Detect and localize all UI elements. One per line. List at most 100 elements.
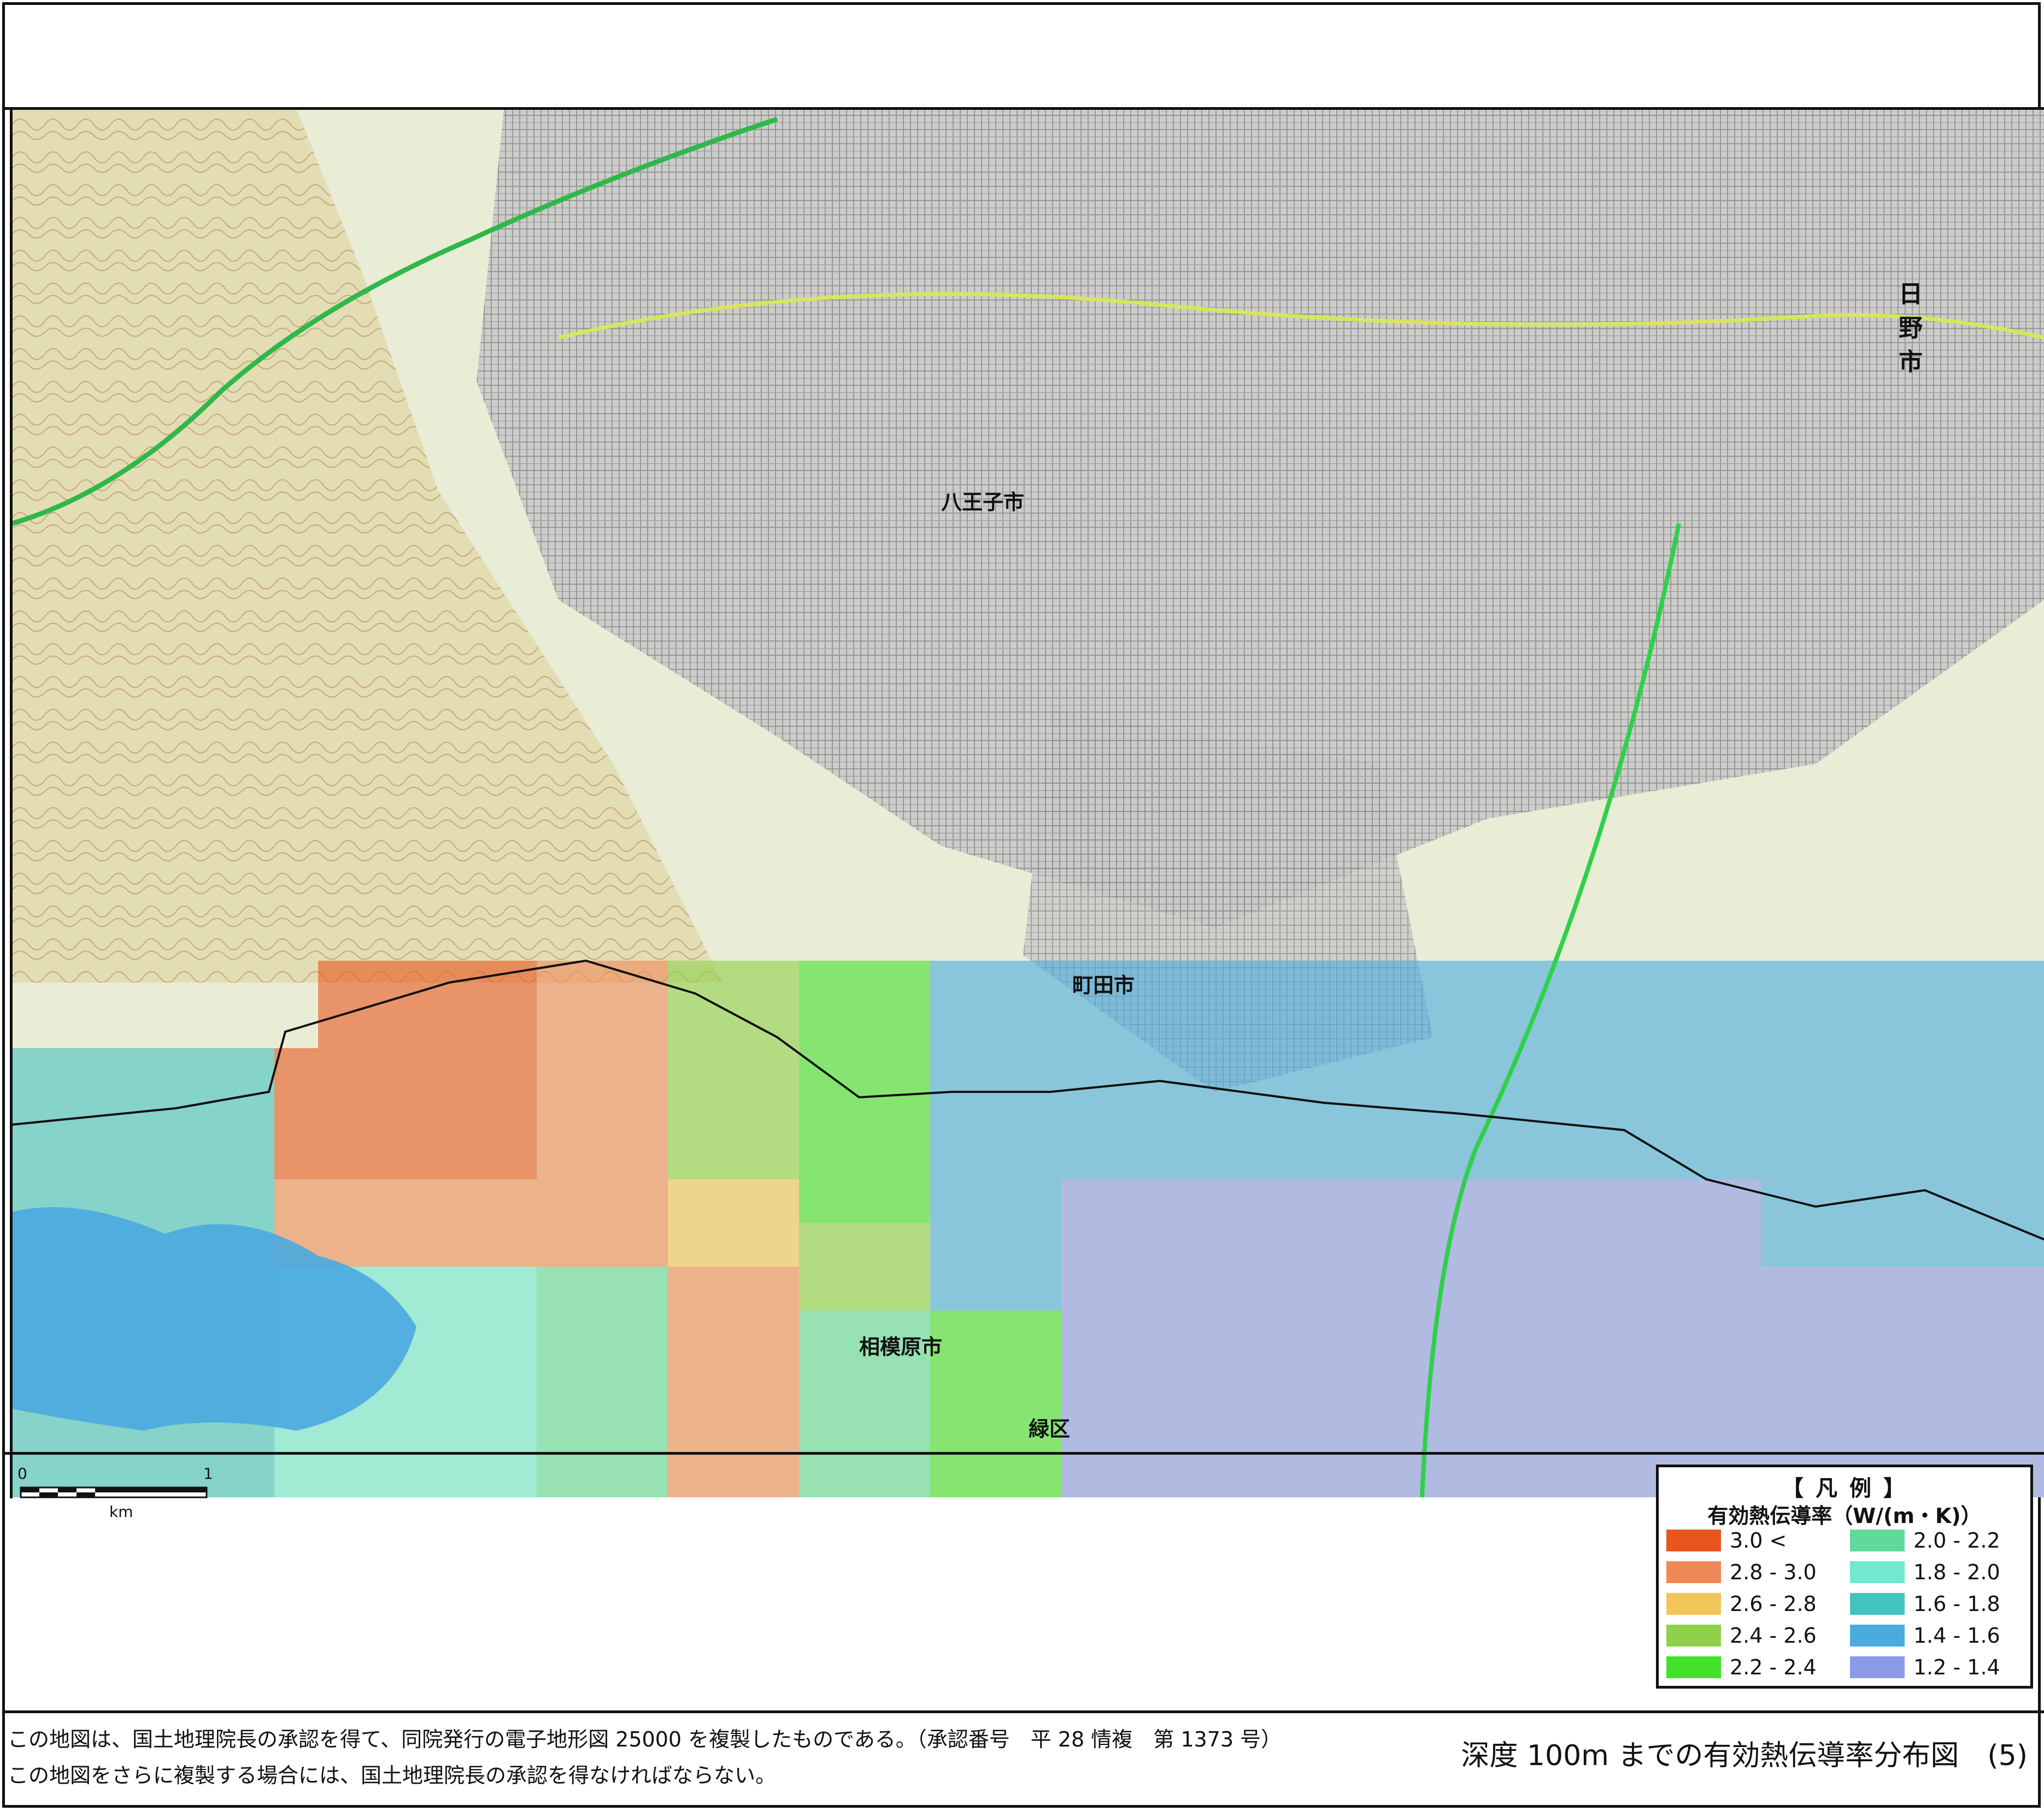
grid-cell	[1542, 1354, 1586, 1398]
grid-cell	[1586, 1310, 1630, 1354]
grid-cell	[274, 1048, 318, 1092]
grid-cell	[274, 1442, 318, 1485]
grid-cell	[712, 1485, 755, 1497]
grid-cell	[1411, 1004, 1455, 1048]
grid-cell	[362, 1092, 406, 1136]
grid-cell	[1717, 1136, 1761, 1179]
grid-cell	[1673, 1267, 1717, 1310]
grid-cell	[1499, 1485, 1542, 1497]
grid-cell	[318, 1442, 362, 1485]
grid-cell	[1805, 1092, 1848, 1136]
grid-cell	[974, 1092, 1018, 1136]
grid-cell	[930, 1267, 974, 1310]
grid-cell	[1630, 1267, 1673, 1310]
grid-cell	[755, 1136, 799, 1179]
grid-cell	[406, 1004, 449, 1048]
grid-cell	[406, 1092, 449, 1136]
grid-cell	[537, 1136, 580, 1179]
grid-cell	[799, 1398, 843, 1442]
grid-cell	[1892, 1223, 1936, 1267]
grid-cell	[1324, 1267, 1367, 1310]
grid-cell	[1805, 1310, 1848, 1354]
grid-cell	[1149, 1398, 1193, 1442]
grid-cell	[1324, 1398, 1367, 1442]
grid-cell	[1061, 1048, 1105, 1092]
grid-cell	[580, 961, 624, 1004]
grid-cell	[580, 1310, 624, 1354]
grid-cell	[1149, 1092, 1193, 1136]
grid-cell	[930, 1442, 974, 1485]
grid-cell	[930, 1048, 974, 1092]
scale-unit: km	[109, 1503, 133, 1521]
grid-cell	[362, 1179, 406, 1223]
grid-cell	[1673, 1092, 1717, 1136]
grid-cell	[668, 1442, 712, 1485]
grid-cell	[624, 1223, 668, 1267]
legend-swatch	[1666, 1625, 1721, 1647]
grid-cell	[1936, 961, 1980, 1004]
grid-cell	[99, 1136, 143, 1179]
grid-cell	[974, 1004, 1018, 1048]
grid-cell	[755, 1267, 799, 1310]
grid-cell	[1892, 1136, 1936, 1179]
grid-cell	[668, 1310, 712, 1354]
map-credit-line-1: この地図は、国土地理院長の承認を得て、同院発行の電子地形図 25000 を複製し…	[8, 1727, 1282, 1751]
grid-cell	[493, 1442, 537, 1485]
grid-cell	[231, 1136, 274, 1179]
grid-cell	[12, 1092, 56, 1136]
grid-cell	[362, 1442, 406, 1485]
grid-cell	[1193, 1485, 1236, 1497]
grid-cell	[1673, 1179, 1717, 1223]
grid-cell	[1630, 1179, 1673, 1223]
grid-cell	[1936, 1267, 1980, 1310]
grid-cell	[886, 1354, 930, 1398]
grid-cell	[1499, 1442, 1542, 1485]
grid-cell	[1193, 1267, 1236, 1310]
grid-cell	[1761, 1092, 1805, 1136]
grid-cell	[1848, 961, 1892, 1004]
grid-cell	[580, 1048, 624, 1092]
grid-cell	[799, 961, 843, 1004]
grid-cell	[1324, 1310, 1367, 1354]
grid-cell	[1805, 1223, 1848, 1267]
grid-cell	[1105, 1136, 1149, 1179]
grid-cell	[1367, 1267, 1411, 1310]
legend-label: 1.4 - 1.6	[1913, 1624, 2000, 1648]
grid-cell	[406, 1398, 449, 1442]
grid-cell	[580, 1267, 624, 1310]
grid-cell	[1980, 1223, 2023, 1267]
grid-cell	[1717, 1398, 1761, 1442]
grid-cell	[1149, 1267, 1193, 1310]
grid-cell	[1236, 1048, 1280, 1092]
grid-cell	[799, 1354, 843, 1398]
grid-cell	[362, 1398, 406, 1442]
topographic-map[interactable]: 八王子市 町田市 相模原市 緑区 日野市	[12, 108, 2044, 1497]
grid-cell	[843, 1485, 886, 1497]
grid-cell	[56, 1136, 99, 1179]
grid-cell	[843, 1267, 886, 1310]
grid-cell	[1367, 1354, 1411, 1398]
grid-cell	[624, 1092, 668, 1136]
grid-cell	[1980, 1267, 2023, 1310]
legend-label: 2.8 - 3.0	[1730, 1560, 1817, 1584]
grid-cell	[1149, 1223, 1193, 1267]
grid-cell	[1499, 1310, 1542, 1354]
grid-cell	[1411, 1048, 1455, 1092]
city-label-hachioji: 八王子市	[941, 490, 1025, 514]
grid-cell	[449, 1398, 493, 1442]
grid-cell	[1061, 1310, 1105, 1354]
grid-cell	[1980, 1004, 2023, 1048]
grid-cell	[1018, 1004, 1061, 1048]
grid-cell	[1673, 1223, 1717, 1267]
grid-cell	[187, 1092, 231, 1136]
grid-cell	[12, 1136, 56, 1179]
legend-swatch	[1666, 1593, 1721, 1615]
grid-cell	[493, 961, 537, 1004]
grid-cell	[1586, 961, 1630, 1004]
grid-cell	[274, 1092, 318, 1136]
grid-cell	[712, 1267, 755, 1310]
grid-cell	[1411, 1398, 1455, 1442]
map-top-border	[2, 107, 2044, 110]
grid-cell	[668, 1092, 712, 1136]
legend-swatch	[1850, 1530, 1905, 1551]
